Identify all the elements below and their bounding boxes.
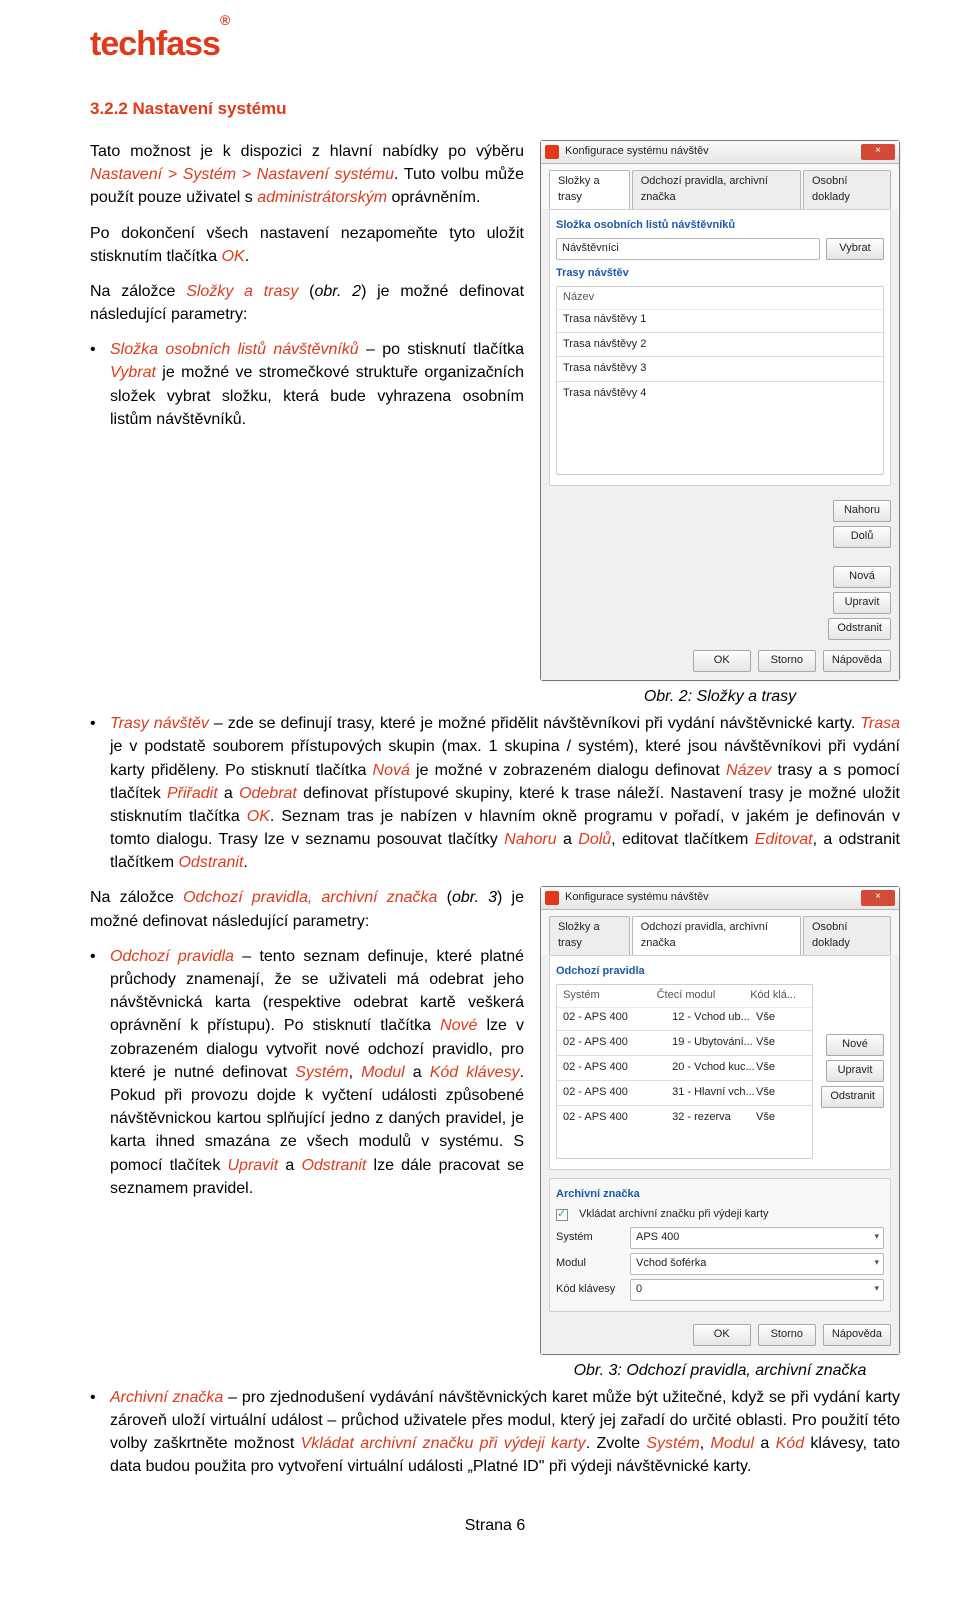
tab-osobni-doklady[interactable]: Osobní doklady [803, 170, 891, 209]
column-header: Název [563, 290, 877, 306]
close-icon[interactable]: × [861, 890, 895, 906]
odstranit-button[interactable]: Odstranit [821, 1086, 884, 1108]
napoveda-button[interactable]: Nápověda [823, 650, 891, 672]
storno-button[interactable]: Storno [758, 1324, 816, 1346]
menu-path: Nastavení > Systém > Nastavení systému [90, 166, 394, 183]
dialog-title: Konfigurace systému návštěv [565, 144, 855, 160]
storno-button[interactable]: Storno [758, 650, 816, 672]
ok-button[interactable]: OK [693, 650, 751, 672]
column-header: Čtecí modul [657, 988, 751, 1004]
dialog-odchozi-pravidla: Konfigurace systému návštěv × Složky a t… [540, 886, 900, 1354]
modul-select[interactable]: Vchod šoférka [630, 1253, 884, 1275]
field-label: Modul [556, 1256, 624, 1272]
section-heading: 3.2.2 Nastavení systému [90, 97, 900, 122]
ok-ref: OK [222, 248, 245, 265]
ok-button[interactable]: OK [693, 1324, 751, 1346]
table-row[interactable]: 02 - APS 40032 - rezervaVše [557, 1108, 812, 1128]
field-label: Kód klávesy [556, 1282, 624, 1298]
figure-caption: Obr. 2: Složky a trasy [540, 685, 900, 708]
column-header: Systém [563, 988, 657, 1004]
para: Na záložce Složky a trasy (obr. 2) je mo… [90, 280, 524, 326]
tab-odchozi[interactable]: Odchozí pravidla, archivní značka [632, 916, 801, 955]
tab-osobni-doklady[interactable]: Osobní doklady [803, 916, 891, 955]
vkladat-checkbox[interactable] [556, 1209, 568, 1221]
page-footer: Strana 6 [90, 1514, 900, 1537]
tab-slozky-trasy[interactable]: Složky a trasy [549, 916, 630, 955]
bullet: Archivní značka – pro zjednodušení vydáv… [90, 1386, 900, 1479]
table-row[interactable]: Trasa návštěvy 1 [557, 310, 883, 330]
folder-field: Návštěvníci [556, 238, 820, 260]
table-row[interactable]: Trasa návštěvy 2 [557, 335, 883, 355]
dialog-title: Konfigurace systému návštěv [565, 890, 855, 906]
para: Po dokončení všech nastavení nezapomeňte… [90, 222, 524, 268]
odstranit-button[interactable]: Odstranit [828, 618, 891, 640]
kod-select[interactable]: 0 [630, 1279, 884, 1301]
rules-table[interactable]: Systém Čtecí modul Kód klá... 02 - APS 4… [556, 984, 813, 1159]
table-row[interactable]: Trasa návštěvy 4 [557, 384, 883, 404]
bullet: Složka osobních listů návštěvníků – po s… [90, 338, 524, 431]
nova-button[interactable]: Nová [833, 566, 891, 588]
napoveda-button[interactable]: Nápověda [823, 1324, 891, 1346]
tab-ref: Odchozí pravidla, archivní značka [183, 889, 437, 906]
close-icon[interactable]: × [861, 144, 895, 160]
fig-ref: obr. 3 [452, 889, 497, 906]
field-label: Systém [556, 1230, 624, 1246]
dialog-icon [545, 891, 559, 905]
dolu-button[interactable]: Dolů [833, 526, 891, 548]
tab-slozky-trasy[interactable]: Složky a trasy [549, 170, 630, 209]
section-label: Trasy návštěv [556, 266, 884, 282]
role: administrátorským [257, 189, 387, 206]
system-select[interactable]: APS 400 [630, 1227, 884, 1249]
table-row[interactable]: Trasa návštěvy 3 [557, 359, 883, 379]
tab-ref: Složky a trasy [186, 283, 298, 300]
bullet: Odchozí pravidla – tento seznam definuje… [90, 945, 524, 1200]
dialog-slozky-trasy: Konfigurace systému návštěv × Složky a t… [540, 140, 900, 681]
figure-caption: Obr. 3: Odchozí pravidla, archivní značk… [540, 1359, 900, 1382]
section-label: Složka osobních listů návštěvníků [556, 218, 884, 234]
section-label: Odchozí pravidla [556, 964, 884, 980]
nahoru-button[interactable]: Nahoru [833, 500, 891, 522]
upravit-button[interactable]: Upravit [826, 1060, 884, 1082]
para: Tato možnost je k dispozici z hlavní nab… [90, 140, 524, 210]
dialog-icon [545, 145, 559, 159]
upravit-button[interactable]: Upravit [833, 592, 891, 614]
checkbox-label: Vkládat archivní značku při výdeji karty [579, 1207, 769, 1223]
table-row[interactable]: 02 - APS 40012 - Vchod ub...Vše [557, 1008, 812, 1028]
logo: techfass® [90, 20, 900, 69]
vybrat-button[interactable]: Vybrat [826, 238, 884, 260]
para: Na záložce Odchozí pravidla, archivní zn… [90, 886, 524, 932]
bullet: Trasy návštěv – zde se definují trasy, k… [90, 712, 900, 874]
table-row[interactable]: 02 - APS 40019 - Ubytování...Vše [557, 1033, 812, 1053]
nove-button[interactable]: Nové [826, 1034, 884, 1056]
table-row[interactable]: 02 - APS 40020 - Vchod kuc...Vše [557, 1058, 812, 1078]
fig-ref: obr. 2 [314, 283, 361, 300]
trasy-table[interactable]: Název Trasa návštěvy 1 Trasa návštěvy 2 … [556, 286, 884, 476]
section-label: Archivní značka [556, 1187, 884, 1203]
column-header: Kód klá... [750, 988, 806, 1004]
table-row[interactable]: 02 - APS 40031 - Hlavní vch...Vše [557, 1083, 812, 1103]
tab-odchozi[interactable]: Odchozí pravidla, archivní značka [632, 170, 801, 209]
